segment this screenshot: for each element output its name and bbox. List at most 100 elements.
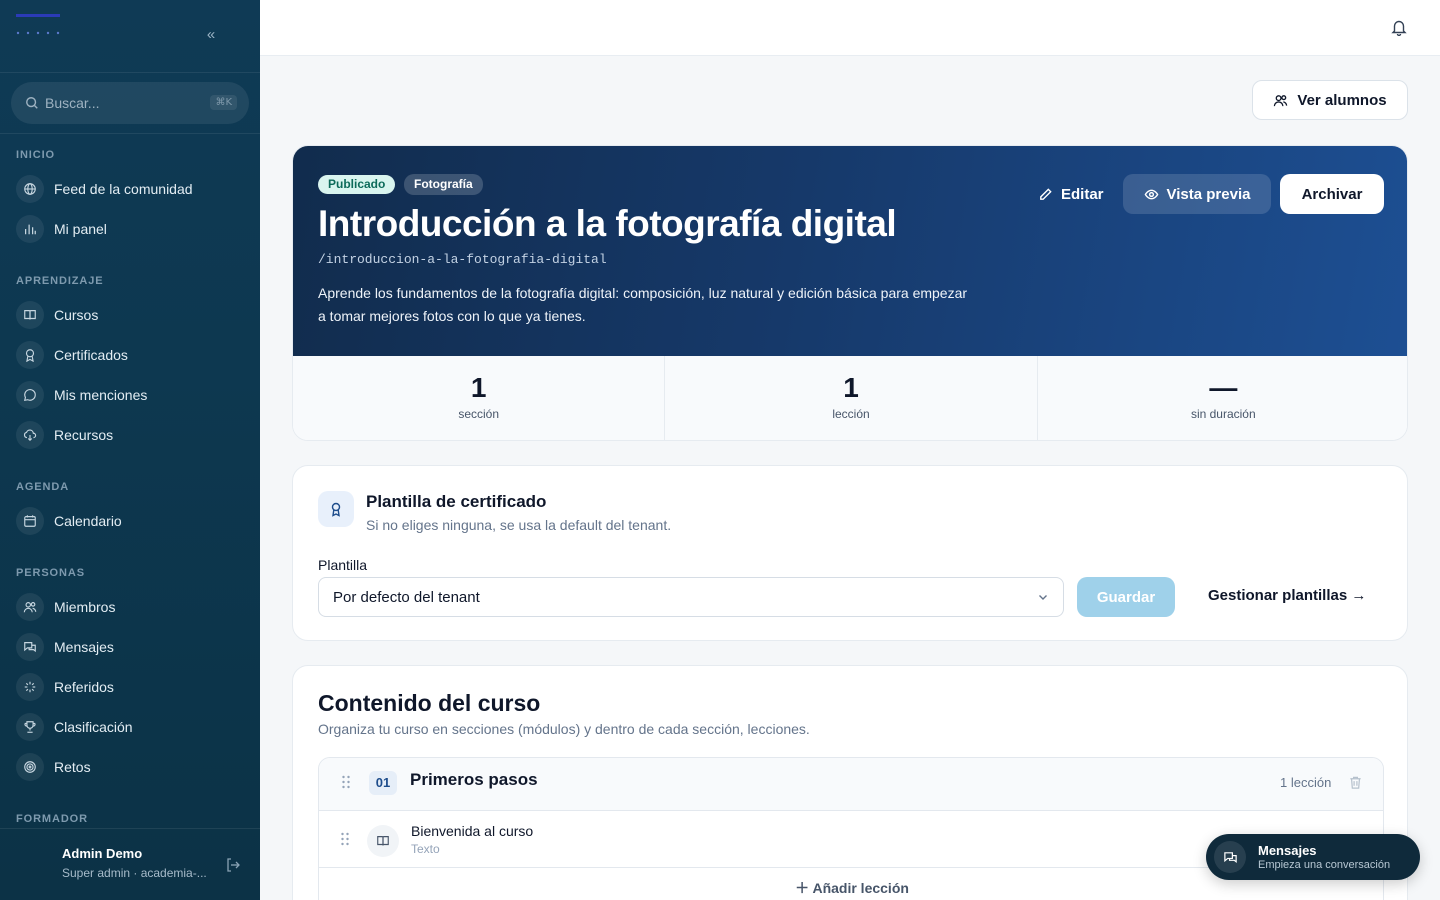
search-placeholder: Buscar... [45, 95, 100, 111]
search-icon [26, 97, 38, 109]
course-hero: Publicado Fotografía Introducción a la f… [293, 146, 1407, 356]
sidebar-item-calendario[interactable]: Calendario [16, 505, 246, 537]
sidebar-item-label: Clasificación [54, 719, 133, 735]
trophy-icon [16, 713, 44, 741]
content-subtitle: Organiza tu curso en secciones (módulos)… [318, 721, 810, 737]
user-role: Super admin · academia-... [62, 866, 207, 880]
calendar-icon [16, 507, 44, 535]
preview-label: Vista previa [1166, 185, 1251, 203]
award-icon [16, 341, 44, 369]
lesson-title: Bienvenida al curso [411, 823, 534, 839]
drag-handle-icon[interactable] [340, 832, 350, 846]
logout-icon[interactable] [225, 857, 241, 873]
brand-logo[interactable] [16, 14, 64, 36]
stat-sections: 1 sección [293, 356, 666, 440]
sidebar: « Buscar... ⌘K INICIO Feed de la comunid… [0, 0, 260, 900]
sidebar-item-clasificacion[interactable]: Clasificación [16, 711, 246, 743]
course-slug: /introduccion-a-la-fotografia-digital [318, 252, 607, 267]
stat-value: — [1209, 372, 1238, 403]
view-students-button[interactable]: Ver alumnos [1252, 80, 1408, 120]
message-circle-icon [16, 381, 44, 409]
sidebar-item-panel[interactable]: Mi panel [16, 213, 246, 245]
sidebar-item-recursos[interactable]: Recursos [16, 419, 246, 451]
certificate-title: Plantilla de certificado [366, 492, 547, 511]
book-open-icon [367, 825, 399, 857]
save-button[interactable]: Guardar [1077, 577, 1175, 617]
trash-icon[interactable] [1348, 775, 1363, 790]
sidebar-item-label: Mis menciones [54, 387, 148, 403]
bar-chart-icon [16, 215, 44, 243]
section-label-personas: PERSONAS [16, 567, 85, 579]
section-label-inicio: INICIO [16, 149, 56, 161]
preview-button[interactable]: Vista previa [1123, 174, 1271, 214]
content-title: Contenido del curso [318, 690, 541, 716]
sidebar-item-mensajes[interactable]: Mensajes [16, 631, 246, 663]
users-icon [1274, 94, 1288, 106]
sparkle-icon [16, 673, 44, 701]
bell-icon[interactable] [1390, 18, 1408, 36]
manage-templates-link[interactable]: Gestionar plantillas → [1208, 587, 1366, 604]
sidebar-item-retos[interactable]: Retos [16, 751, 246, 783]
stat-lessons: 1 lección [665, 356, 1038, 440]
save-label: Guardar [1096, 588, 1156, 606]
template-selected-value: Por defecto del tenant [333, 589, 480, 606]
sidebar-item-label: Calendario [54, 513, 122, 529]
drag-handle-icon[interactable] [341, 775, 351, 789]
sidebar-item-label: Cursos [54, 307, 99, 323]
course-description: Aprende los fundamentos de la fotografía… [318, 285, 968, 324]
messages-widget-subtitle: Empieza una conversación [1258, 859, 1391, 871]
sidebar-item-label: Referidos [54, 679, 114, 695]
messages-icon [16, 633, 44, 661]
sidebar-item-miembros[interactable]: Miembros [16, 591, 246, 623]
plus-icon: ＋ [795, 880, 813, 896]
edit-label: Editar [1061, 185, 1104, 203]
user-name: Admin Demo [62, 846, 143, 861]
messages-widget-title: Mensajes [1258, 843, 1317, 858]
eye-icon [1144, 189, 1158, 199]
sidebar-item-label: Recursos [54, 427, 114, 443]
sidebar-item-feed[interactable]: Feed de la comunidad [16, 173, 246, 205]
stat-label: sin duración [1190, 407, 1256, 421]
status-badge: Publicado [318, 175, 396, 194]
template-field-label: Plantilla [318, 557, 368, 573]
chevron-down-icon [1039, 595, 1047, 600]
section-header: 01 Primeros pasos 1 lección [319, 758, 1383, 811]
sidebar-item-certificados[interactable]: Certificados [16, 339, 246, 371]
certificate-subtitle: Si no eliges ninguna, se usa la default … [366, 517, 672, 533]
users-icon [16, 593, 44, 621]
certificate-template-card: Plantilla de certificado Si no eliges ni… [292, 465, 1408, 641]
sidebar-item-label: Retos [54, 759, 91, 775]
view-students-label: Ver alumnos [1297, 91, 1387, 109]
add-lesson-label: Añadir lección [812, 880, 909, 896]
sidebar-item-cursos[interactable]: Cursos [16, 299, 246, 331]
stat-duration: — sin duración [1038, 356, 1407, 440]
archive-button[interactable]: Archivar [1280, 174, 1384, 214]
stat-value: 1 [470, 372, 487, 403]
add-lesson-button[interactable]: ＋ Añadir lección [319, 878, 1383, 898]
sidebar-item-label: Feed de la comunidad [54, 181, 193, 197]
section-number: 01 [369, 771, 397, 795]
sidebar-item-menciones[interactable]: Mis menciones [16, 379, 246, 411]
section-label-agenda: AGENDA [16, 481, 70, 493]
archive-label: Archivar [1301, 185, 1363, 203]
messages-widget[interactable]: Mensajes Empieza una conversación [1206, 834, 1420, 880]
section-lesson-count: 1 lección [1280, 775, 1332, 790]
award-icon [318, 491, 354, 527]
section-label-aprendizaje: APRENDIZAJE [16, 275, 104, 287]
user-profile[interactable]: Admin Demo Super admin · academia-... [0, 828, 260, 900]
stat-label: lección [832, 407, 870, 421]
section-title[interactable]: Primeros pasos [410, 770, 538, 790]
stat-label: sección [458, 407, 499, 421]
stat-value: 1 [843, 372, 859, 403]
sidebar-item-label: Mensajes [54, 639, 114, 655]
edit-button[interactable]: Editar [1026, 175, 1116, 213]
sidebar-item-referidos[interactable]: Referidos [16, 671, 246, 703]
template-select[interactable]: Por defecto del tenant [318, 577, 1064, 617]
collapse-sidebar-icon[interactable]: « [203, 27, 219, 43]
divider [0, 133, 260, 134]
cloud-download-icon [16, 421, 44, 449]
lesson-type: Texto [411, 842, 440, 856]
book-icon [16, 301, 44, 329]
messages-icon [1214, 841, 1246, 873]
search-bar[interactable]: Buscar... ⌘K [11, 82, 249, 124]
